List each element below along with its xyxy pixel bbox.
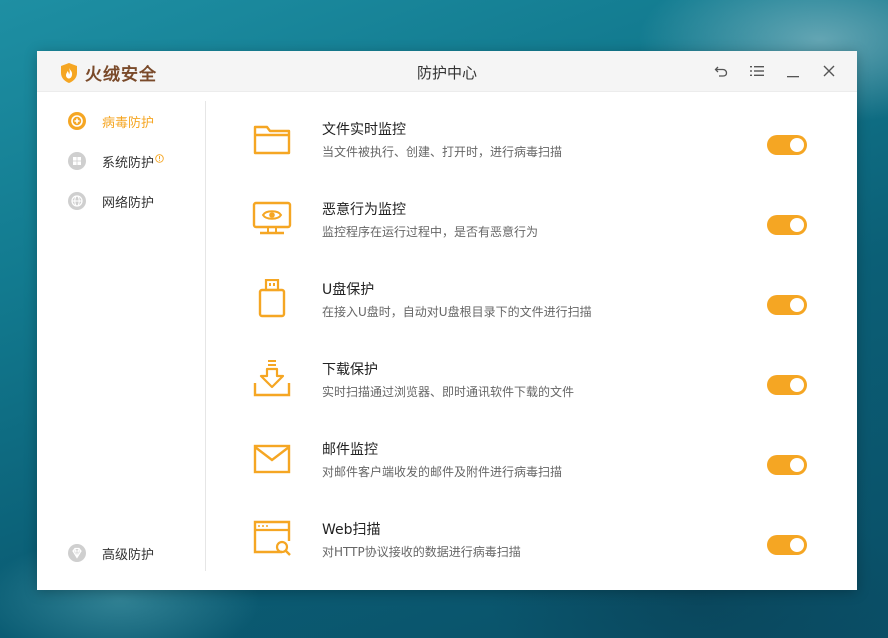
mail-monitor-toggle[interactable] [767, 455, 807, 475]
monitor-eye-icon [252, 199, 292, 239]
usb-protection-toggle[interactable] [767, 295, 807, 315]
toggle-knob [790, 218, 804, 232]
diamond-icon [67, 543, 87, 563]
web-scan-toggle[interactable] [767, 535, 807, 555]
minimize-icon[interactable] [783, 61, 803, 81]
feature-title: 恶意行为监控 [322, 202, 406, 218]
feature-download-protection: 下载保护 实时扫描通过浏览器、即时通讯软件下载的文件 [252, 359, 832, 419]
feature-title: U盘保护 [322, 282, 375, 298]
feature-malicious-behavior-monitor: 恶意行为监控 监控程序在运行过程中，是否有恶意行为 [252, 199, 832, 259]
sidebar-item-virus-protection[interactable]: 病毒防护 [67, 110, 154, 132]
web-scan-icon [252, 519, 292, 559]
download-protection-toggle[interactable] [767, 375, 807, 395]
sidebar-item-label: 网络防护 [102, 195, 155, 211]
feature-mail-monitor: 邮件监控 对邮件客户端收发的邮件及附件进行病毒扫描 [252, 439, 832, 499]
info-badge-icon [155, 152, 164, 163]
file-realtime-monitor-toggle[interactable] [767, 135, 807, 155]
sidebar-item-system-protection[interactable]: 系统防护 [67, 150, 164, 172]
feature-title: Web扫描 [322, 522, 381, 538]
window-title: 防护中心 [416, 64, 477, 82]
back-icon[interactable] [711, 61, 731, 81]
menu-icon[interactable] [747, 61, 767, 81]
feature-description: 对邮件客户端收发的邮件及附件进行病毒扫描 [322, 465, 563, 479]
sidebar-item-label: 病毒防护 [102, 115, 155, 131]
windows-icon [67, 151, 87, 171]
feature-usb-protection: U盘保护 在接入U盘时，自动对U盘根目录下的文件进行扫描 [252, 278, 832, 339]
sidebar-item-network-protection[interactable]: 网络防护 [67, 190, 154, 212]
download-icon [252, 359, 292, 399]
feature-description: 在接入U盘时，自动对U盘根目录下的文件进行扫描 [322, 305, 592, 319]
titlebar: 火绒安全 防护中心 [37, 51, 857, 92]
sidebar-item-label: 系统防护 [102, 155, 155, 171]
toggle-knob [790, 298, 804, 312]
sidebar-divider [205, 101, 206, 571]
toggle-knob [790, 538, 804, 552]
globe-icon [67, 191, 87, 211]
toggle-knob [790, 138, 804, 152]
feature-title: 邮件监控 [322, 442, 378, 458]
toggle-knob [790, 378, 804, 392]
close-icon[interactable] [819, 61, 839, 81]
malicious-behavior-monitor-toggle[interactable] [767, 215, 807, 235]
virus-protection-icon [67, 111, 87, 131]
toggle-knob [790, 458, 804, 472]
feature-description: 监控程序在运行过程中，是否有恶意行为 [322, 225, 539, 239]
feature-description: 对HTTP协议接收的数据进行病毒扫描 [322, 545, 521, 559]
protection-center-window: 火绒安全 防护中心 病毒防护 系统防护 网络防护 高级防护 文件实时监控 当文件… [37, 51, 857, 590]
folder-icon [252, 119, 292, 159]
feature-file-realtime-monitor: 文件实时监控 当文件被执行、创建、打开时，进行病毒扫描 [252, 119, 832, 179]
feature-description: 实时扫描通过浏览器、即时通讯软件下载的文件 [322, 385, 575, 399]
usb-drive-icon [252, 278, 292, 319]
feature-title: 下载保护 [322, 362, 378, 378]
sidebar-item-label: 高级防护 [102, 547, 155, 563]
feature-title: 文件实时监控 [322, 122, 406, 138]
mail-icon [252, 439, 292, 479]
feature-web-scan: Web扫描 对HTTP协议接收的数据进行病毒扫描 [252, 519, 832, 579]
sidebar-item-advanced-protection[interactable]: 高级防护 [67, 542, 154, 564]
feature-description: 当文件被执行、创建、打开时，进行病毒扫描 [322, 145, 563, 159]
